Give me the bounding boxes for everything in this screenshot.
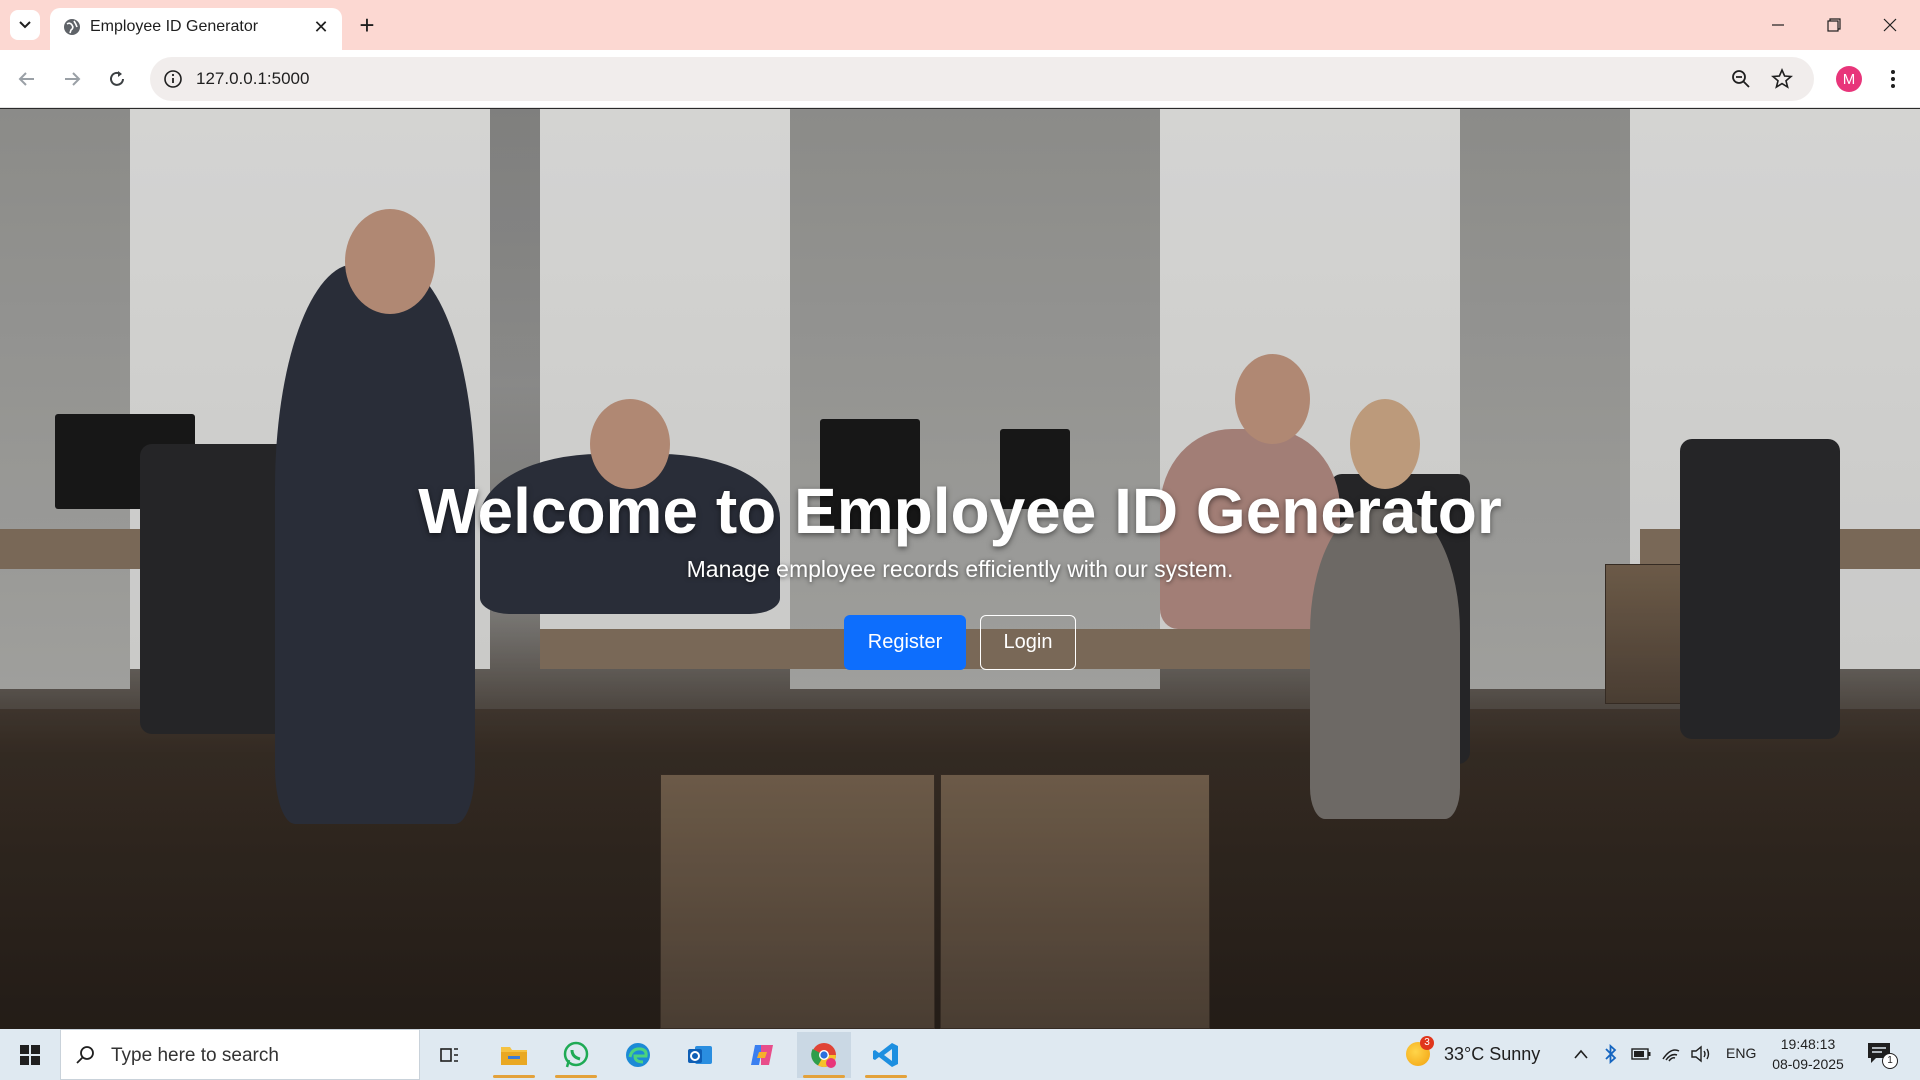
search-icon — [76, 1046, 94, 1064]
close-window-button[interactable] — [1870, 8, 1910, 42]
weather-widget[interactable]: 3 33°C Sunny — [1406, 1036, 1546, 1070]
task-view-icon — [440, 1048, 458, 1062]
outlook-button[interactable] — [673, 1032, 727, 1078]
browser-toolbar: 127.0.0.1:5000 M — [0, 50, 1920, 108]
zoom-icon[interactable] — [1730, 68, 1752, 90]
close-icon — [1883, 18, 1897, 32]
whatsapp-button[interactable] — [549, 1032, 603, 1078]
login-button[interactable]: Login — [980, 615, 1076, 670]
page-subtitle: Manage employee records efficiently with… — [686, 556, 1234, 582]
url-text[interactable]: 127.0.0.1:5000 — [196, 69, 309, 89]
file-explorer-button[interactable] — [487, 1032, 541, 1078]
page-title: Welcome to Employee ID Generator — [418, 475, 1502, 547]
battery-tray[interactable] — [1630, 1043, 1652, 1065]
notification-count: 1 — [1882, 1053, 1898, 1069]
register-button[interactable]: Register — [844, 615, 966, 670]
volume-icon — [1691, 1045, 1710, 1063]
bookmark-star-icon[interactable] — [1770, 67, 1794, 91]
profile-avatar[interactable]: M — [1836, 66, 1862, 92]
whatsapp-icon — [563, 1041, 589, 1068]
more-vertical-icon — [1891, 70, 1895, 88]
weather-badge: 3 — [1420, 1036, 1434, 1050]
vscode-icon — [873, 1043, 898, 1067]
restore-button[interactable] — [1814, 8, 1854, 42]
clock-time: 19:48:13 — [1780, 1036, 1836, 1052]
search-placeholder: Type here to search — [111, 1045, 279, 1066]
address-bar[interactable]: 127.0.0.1:5000 — [150, 57, 1814, 101]
taskbar-search[interactable]: Type here to search — [60, 1029, 420, 1080]
back-button[interactable] — [10, 62, 44, 96]
minimize-button[interactable] — [1758, 8, 1798, 42]
browser-tab[interactable]: Employee ID Generator ✕ — [50, 8, 342, 50]
bluetooth-icon — [1605, 1044, 1617, 1064]
tab-search-button[interactable] — [10, 10, 40, 40]
file-explorer-icon — [501, 1047, 527, 1065]
task-view-button[interactable] — [423, 1032, 477, 1078]
browser-menu-button[interactable] — [1876, 62, 1910, 96]
forward-button[interactable] — [55, 62, 89, 96]
wifi-icon — [1662, 1049, 1680, 1062]
volume-tray[interactable] — [1690, 1043, 1712, 1065]
outlook-icon — [688, 1046, 712, 1064]
reload-icon — [110, 71, 124, 86]
copilot-icon — [751, 1045, 773, 1065]
chrome-icon — [811, 1043, 836, 1068]
reload-button[interactable] — [100, 62, 134, 96]
globe-icon — [64, 19, 80, 35]
chevron-down-icon — [19, 21, 31, 29]
battery-icon — [1631, 1048, 1651, 1060]
edge-icon — [626, 1043, 650, 1067]
hero-content: Welcome to Employee ID Generator Manage … — [0, 109, 1920, 1029]
tab-title: Employee ID Generator — [90, 18, 259, 35]
browser-tabstrip: Employee ID Generator ✕ + — [0, 0, 1920, 50]
site-info-icon[interactable] — [162, 68, 184, 90]
network-tray[interactable] — [1660, 1043, 1682, 1065]
hero-section: Welcome to Employee ID Generator Manage … — [0, 109, 1920, 1029]
clock-date: 08-09-2025 — [1772, 1056, 1844, 1072]
chrome-button[interactable] — [797, 1032, 851, 1078]
minimize-icon — [1772, 24, 1784, 26]
start-button[interactable] — [10, 1039, 50, 1071]
windows-taskbar: Type here to search 3 33°C Sunny ENG 19:… — [0, 1029, 1920, 1080]
notification-center-button[interactable]: 1 — [1866, 1041, 1898, 1069]
arrow-left-icon — [18, 72, 34, 86]
weather-text: 33°C Sunny — [1444, 1044, 1541, 1064]
windows-logo-icon — [20, 1045, 40, 1065]
vscode-button[interactable] — [859, 1032, 913, 1078]
show-hidden-icons-button[interactable] — [1570, 1043, 1592, 1065]
edge-button[interactable] — [611, 1032, 665, 1078]
restore-icon — [1827, 18, 1841, 32]
chevron-up-icon — [1574, 1049, 1588, 1059]
bluetooth-tray[interactable] — [1600, 1043, 1622, 1065]
language-indicator[interactable]: ENG — [1726, 1045, 1756, 1061]
copilot-button[interactable] — [735, 1032, 789, 1078]
clock[interactable]: 19:48:13 08-09-2025 — [1766, 1034, 1850, 1074]
new-tab-button[interactable]: + — [352, 10, 382, 40]
arrow-right-icon — [65, 72, 81, 86]
close-tab-icon[interactable]: ✕ — [308, 14, 334, 40]
